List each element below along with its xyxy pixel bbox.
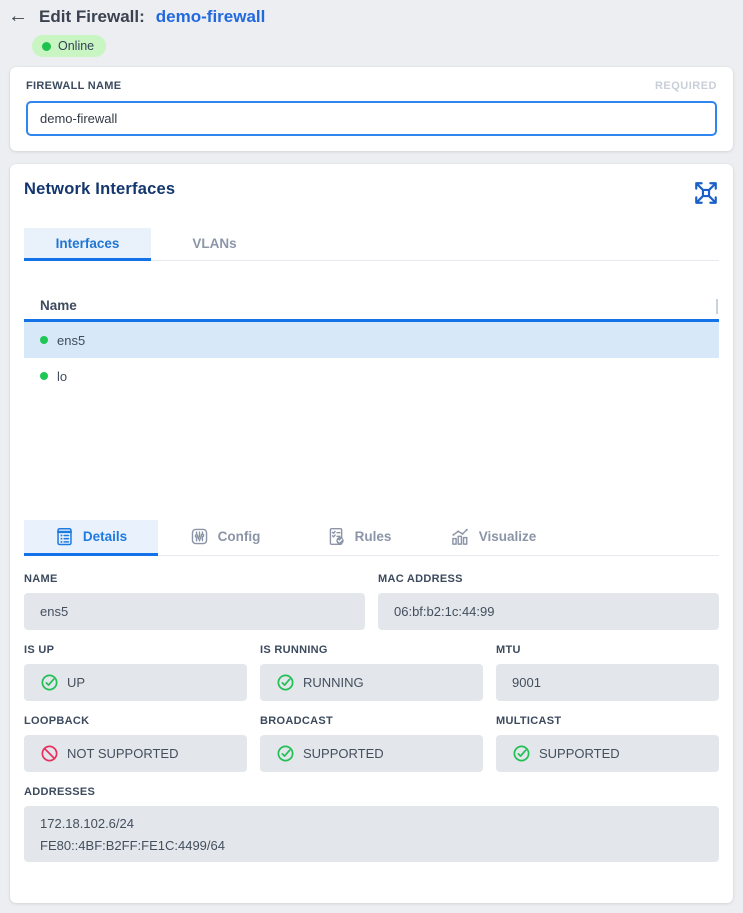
field-is-running-value: RUNNING — [260, 664, 483, 701]
column-resize-handle[interactable] — [716, 299, 718, 314]
detail-tab-bar: Details Config — [24, 520, 719, 556]
field-multicast-label: MULTICAST — [496, 715, 719, 727]
field-broadcast: BROADCAST SUPPORTED — [260, 715, 483, 772]
field-addresses-value: 172.18.102.6/24 FE80::4BF:B2FF:FE1C:4499… — [24, 806, 719, 862]
column-header-name-label: Name — [40, 298, 77, 313]
address-ipv6: FE80::4BF:B2FF:FE1C:4499/64 — [40, 838, 225, 853]
field-addresses: ADDRESSES 172.18.102.6/24 FE80::4BF:B2FF… — [24, 786, 719, 862]
check-circle-icon — [40, 673, 59, 692]
field-mac-address: MAC ADDRESS 06:bf:b2:1c:44:99 — [378, 573, 719, 630]
field-loopback-label: LOOPBACK — [24, 715, 247, 727]
field-is-running-label: IS RUNNING — [260, 644, 483, 656]
field-name-label: NAME — [24, 573, 365, 585]
required-label: REQUIRED — [655, 80, 717, 92]
tab-rules[interactable]: Rules — [292, 520, 426, 556]
check-circle-icon — [512, 744, 531, 763]
field-mtu-label: MTU — [496, 644, 719, 656]
prohibited-icon — [40, 744, 59, 763]
expand-icon[interactable] — [693, 180, 719, 206]
field-loopback: LOOPBACK NOT SUPPORTED — [24, 715, 247, 772]
details-icon — [55, 527, 74, 546]
field-is-up: IS UP UP — [24, 644, 247, 701]
firewall-name-label: FIREWALL NAME — [26, 80, 121, 92]
tab-interfaces[interactable]: Interfaces — [24, 228, 151, 261]
page-header: ← Edit Firewall: demo-firewall — [8, 6, 731, 28]
table-row-lo[interactable]: lo — [24, 358, 719, 394]
interface-status-dot-icon — [40, 336, 48, 344]
back-icon[interactable]: ← — [8, 6, 28, 28]
firewall-name-card: FIREWALL NAME REQUIRED — [10, 67, 733, 151]
visualize-icon — [450, 527, 470, 546]
field-is-up-value: UP — [24, 664, 247, 701]
interface-details-form: NAME ens5 MAC ADDRESS 06:bf:b2:1c:44:99 … — [24, 573, 719, 862]
tab-details[interactable]: Details — [24, 520, 158, 556]
field-name-value: ens5 — [24, 593, 365, 630]
field-mac-address-label: MAC ADDRESS — [378, 573, 719, 585]
config-icon — [190, 527, 209, 546]
tab-visualize[interactable]: Visualize — [426, 520, 560, 556]
page-title: Edit Firewall: — [39, 7, 145, 27]
tab-config[interactable]: Config — [158, 520, 292, 556]
network-interfaces-title: Network Interfaces — [24, 180, 175, 199]
field-mtu-text: 9001 — [512, 675, 541, 690]
field-loopback-text: NOT SUPPORTED — [67, 746, 178, 761]
field-is-up-label: IS UP — [24, 644, 247, 656]
column-header-name[interactable]: Name — [24, 291, 719, 322]
tab-rules-label: Rules — [355, 529, 392, 544]
field-multicast-text: SUPPORTED — [539, 746, 620, 761]
interfaces-table: Name ens5 lo — [24, 291, 719, 520]
network-interfaces-card: Network Interfaces Interfaces VLANs Name — [10, 164, 733, 903]
firewall-name-input[interactable] — [26, 101, 717, 136]
field-multicast: MULTICAST SUPPORTED — [496, 715, 719, 772]
field-mtu: MTU 9001 — [496, 644, 719, 701]
field-loopback-value: NOT SUPPORTED — [24, 735, 247, 772]
address-ipv4: 172.18.102.6/24 — [40, 816, 134, 831]
field-is-running: IS RUNNING RUNNING — [260, 644, 483, 701]
status-badge-label: Online — [58, 39, 94, 53]
interface-tab-bar: Interfaces VLANs — [24, 228, 719, 261]
field-broadcast-value: SUPPORTED — [260, 735, 483, 772]
field-is-up-text: UP — [67, 675, 85, 690]
page-title-firewall-name: demo-firewall — [156, 7, 266, 27]
check-circle-icon — [276, 673, 295, 692]
field-mtu-value: 9001 — [496, 664, 719, 701]
interface-status-dot-icon — [40, 372, 48, 380]
field-mac-address-value: 06:bf:b2:1c:44:99 — [378, 593, 719, 630]
interface-name: lo — [57, 369, 67, 384]
field-mac-address-text: 06:bf:b2:1c:44:99 — [394, 604, 494, 619]
tab-details-label: Details — [83, 529, 127, 544]
field-broadcast-label: BROADCAST — [260, 715, 483, 727]
field-addresses-label: ADDRESSES — [24, 786, 719, 798]
table-row-ens5[interactable]: ens5 — [24, 322, 719, 358]
tab-vlans[interactable]: VLANs — [151, 228, 278, 261]
field-broadcast-text: SUPPORTED — [303, 746, 384, 761]
check-circle-icon — [276, 744, 295, 763]
field-is-running-text: RUNNING — [303, 675, 364, 690]
tab-visualize-label: Visualize — [479, 529, 537, 544]
tab-config-label: Config — [218, 529, 261, 544]
rules-icon — [327, 527, 346, 546]
online-dot-icon — [42, 42, 51, 51]
edit-firewall-page: ← Edit Firewall: demo-firewall Online FI… — [0, 6, 743, 913]
field-multicast-value: SUPPORTED — [496, 735, 719, 772]
field-name-text: ens5 — [40, 604, 68, 619]
status-badge: Online — [32, 35, 106, 57]
interface-name: ens5 — [57, 333, 85, 348]
field-name: NAME ens5 — [24, 573, 365, 630]
